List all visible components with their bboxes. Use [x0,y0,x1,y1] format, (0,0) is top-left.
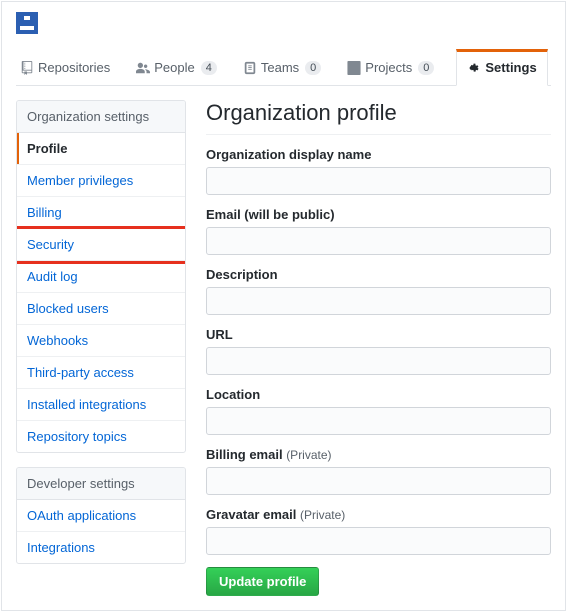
input-email[interactable] [206,227,551,255]
tab-label: Teams [261,60,299,75]
org-avatar[interactable] [16,12,38,34]
menu-header: Developer settings [17,468,185,500]
nav-tabs: Repositories People 4 Teams 0 Projects 0… [16,49,551,86]
label-location: Location [206,387,551,402]
tab-projects[interactable]: Projects 0 [343,49,438,85]
input-url[interactable] [206,347,551,375]
sidebar-item-member-privileges[interactable]: Member privileges [17,165,185,197]
label-gravatar-email: Gravatar email (Private) [206,507,551,522]
label-billing-email: Billing email (Private) [206,447,551,462]
input-gravatar-email[interactable] [206,527,551,555]
sidebar-item-integrations[interactable]: Integrations [17,532,185,563]
tab-repositories[interactable]: Repositories [16,49,114,85]
org-settings-menu: Organization settings Profile Member pri… [16,100,186,453]
label-url: URL [206,327,551,342]
update-profile-button[interactable]: Update profile [206,567,319,596]
tab-label: People [154,60,194,75]
page-title: Organization profile [206,100,551,135]
tab-label: Settings [485,60,536,75]
tab-teams[interactable]: Teams 0 [239,49,325,85]
tab-count: 4 [201,61,217,75]
tab-count: 0 [305,61,321,75]
projects-icon [347,61,361,75]
input-location[interactable] [206,407,551,435]
sidebar-item-billing[interactable]: Billing [17,197,185,229]
tab-settings[interactable]: Settings [456,49,547,86]
people-icon [136,61,150,75]
sidebar-item-oauth-applications[interactable]: OAuth applications [17,500,185,532]
input-billing-email[interactable] [206,467,551,495]
repo-icon [20,61,34,75]
teams-icon [243,61,257,75]
developer-settings-menu: Developer settings OAuth applications In… [16,467,186,564]
menu-header: Organization settings [17,101,185,133]
sidebar-item-webhooks[interactable]: Webhooks [17,325,185,357]
tab-count: 0 [418,61,434,75]
label-description: Description [206,267,551,282]
sidebar: Organization settings Profile Member pri… [16,100,186,596]
input-display-name[interactable] [206,167,551,195]
label-email: Email (will be public) [206,207,551,222]
sidebar-item-security[interactable]: Security [17,229,185,261]
sidebar-item-blocked-users[interactable]: Blocked users [17,293,185,325]
tab-label: Repositories [38,60,110,75]
main-content: Organization profile Organization displa… [206,100,551,596]
sidebar-item-profile[interactable]: Profile [17,133,185,165]
label-display-name: Organization display name [206,147,551,162]
sidebar-item-installed-integrations[interactable]: Installed integrations [17,389,185,421]
sidebar-item-repository-topics[interactable]: Repository topics [17,421,185,452]
sidebar-item-third-party-access[interactable]: Third-party access [17,357,185,389]
gear-icon [467,61,481,75]
sidebar-item-audit-log[interactable]: Audit log [17,261,185,293]
tab-people[interactable]: People 4 [132,49,221,85]
input-description[interactable] [206,287,551,315]
tab-label: Projects [365,60,412,75]
